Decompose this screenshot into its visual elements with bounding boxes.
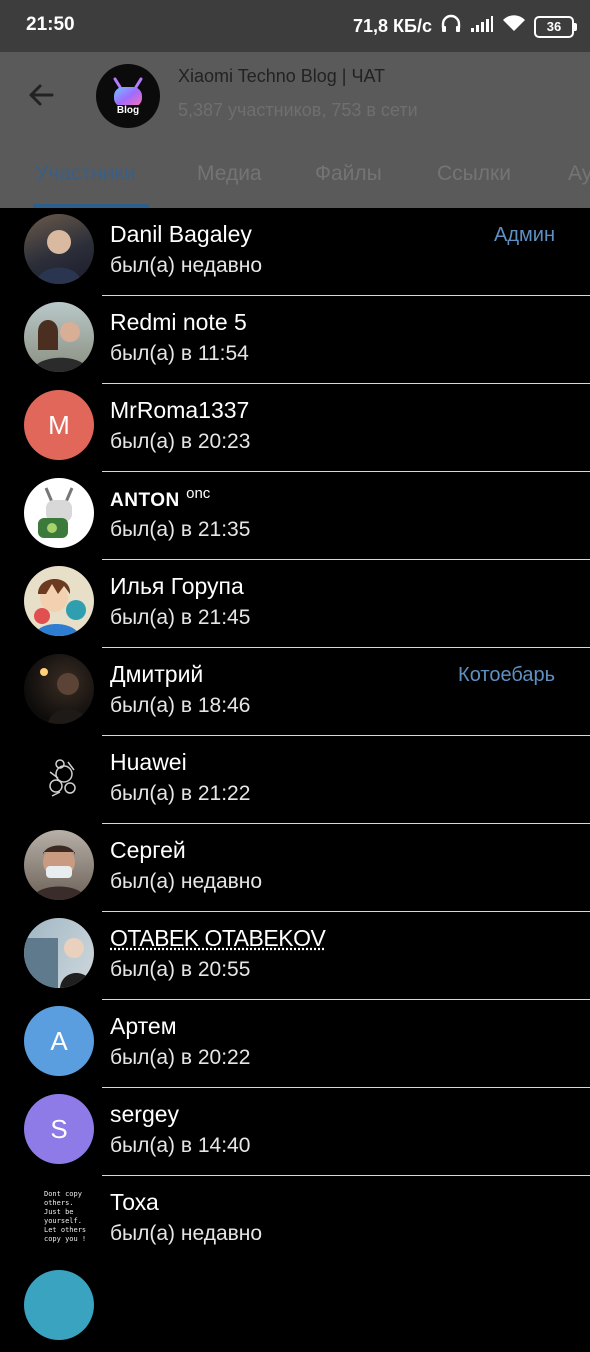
member-name: Илья Горупа [110,573,244,599]
member-row[interactable]: Илья Горупа был(а) в 21:45 [0,560,590,648]
status-icons: 71,8 КБ/с 36 [353,14,577,39]
member-list: Danil Bagaley был(а) недавно Админ Redmi… [0,208,590,1352]
member-status: был(а) в 21:35 [110,518,251,541]
member-role: Админ [494,224,555,246]
status-bar: 21:50 71,8 КБ/с 36 [0,0,590,52]
chat-avatar[interactable]: Blog [96,64,160,128]
member-name-sup: onc [186,485,211,502]
member-avatar [24,654,94,724]
member-row[interactable]: Redmi note 5 был(а) в 11:54 [0,296,590,384]
member-row[interactable]: A Артем был(а) в 20:22 [0,1000,590,1088]
member-name: Danil Bagaley [110,221,252,247]
battery-icon: 36 [534,15,577,38]
tab-links[interactable]: Ссылки [437,162,511,186]
headphones-icon [440,14,462,39]
member-row[interactable]: ANTON onc был(а) в 21:35 [0,472,590,560]
member-row[interactable]: Danil Bagaley был(а) недавно Админ [0,208,590,296]
chat-avatar-text: Blog [113,104,143,116]
member-name: Huawei [110,749,187,775]
member-avatar-initial: M [24,390,94,460]
member-row[interactable]: OTABEK OTABEKOV был(а) в 20:55 [0,912,590,1000]
member-row[interactable] [0,1264,590,1352]
member-status: был(а) недавно [110,1222,263,1245]
member-name: MrRoma1337 [110,397,250,423]
member-status: был(а) недавно [110,870,263,893]
member-avatar [24,214,94,284]
member-avatar [24,1270,94,1340]
member-name: sergey [110,1101,180,1127]
member-name: OTABEK OTABEKOV [110,925,326,951]
member-avatar [24,302,94,372]
network-speed: 71,8 КБ/с [353,16,432,36]
member-row[interactable]: S sergey был(а) в 14:40 [0,1088,590,1176]
member-avatar [24,830,94,900]
battery-level: 36 [546,19,562,34]
member-name: ANTON onc [110,485,211,511]
wifi-icon [502,15,526,38]
member-avatar [24,478,94,548]
member-status: был(а) в 11:54 [110,342,249,365]
tab-audio[interactable]: Ау [568,162,590,186]
back-arrow-icon[interactable] [26,80,56,110]
member-row[interactable]: Сергей был(а) недавно [0,824,590,912]
member-status: был(а) в 20:55 [110,958,251,981]
member-avatar [24,918,94,988]
member-role: Котоебарь [458,664,555,686]
member-status: был(а) в 20:22 [110,1046,251,1069]
member-row[interactable]: Huawei был(а) в 21:22 [0,736,590,824]
status-time: 21:50 [26,14,75,35]
member-avatar-initial: A [24,1006,94,1076]
member-avatar-text: Dont copy others. Just be yourself. Let … [24,1182,94,1252]
member-status: был(а) в 21:45 [110,606,251,629]
member-row[interactable]: Дмитрий был(а) в 18:46 Котоебарь [0,648,590,736]
chat-title: Xiaomi Techno Blog | ЧАТ [178,66,386,86]
tab-members[interactable]: Участники [35,162,135,186]
member-avatar [24,742,94,812]
member-avatar-initial: S [24,1094,94,1164]
chat-subtitle: 5,387 участников, 753 в сети [178,100,418,120]
member-status: был(а) в 20:23 [110,430,251,453]
member-name: Артем [110,1013,177,1039]
tab-media[interactable]: Медиа [197,162,262,186]
member-status: был(а) в 21:22 [110,782,251,805]
member-row[interactable]: Dont copy others. Just be yourself. Let … [0,1176,590,1264]
member-name: Сергей [110,837,186,863]
member-name: Дмитрий [110,661,204,687]
member-name: Тоха [110,1189,159,1215]
tab-files[interactable]: Файлы [315,162,382,186]
chat-header: Blog Xiaomi Techno Blog | ЧАТ 5,387 учас… [0,52,590,208]
member-row[interactable]: M MrRoma1337 был(а) в 20:23 [0,384,590,472]
member-name: Redmi note 5 [110,309,247,335]
member-avatar [24,566,94,636]
member-status: был(а) в 18:46 [110,694,251,717]
signal-icon [470,15,494,38]
member-status: был(а) в 14:40 [110,1134,251,1157]
member-status: был(а) недавно [110,254,263,277]
tab-bar: Участники Медиа Файлы Ссылки Ау [0,158,590,208]
